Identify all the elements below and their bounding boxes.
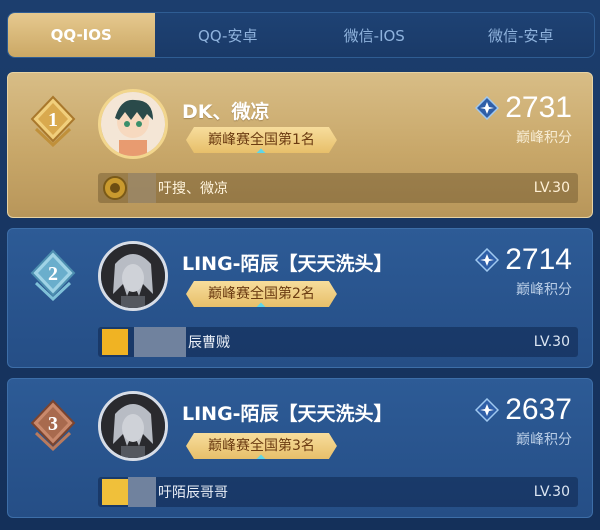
rank-number: 1 bbox=[48, 109, 58, 131]
rank-title-badge: 巅峰赛全国第2名 bbox=[186, 281, 337, 307]
avatar-image bbox=[101, 92, 165, 156]
tab-wechat-android[interactable]: 微信-安卓 bbox=[448, 13, 595, 57]
rank-badge-icon: 3 bbox=[30, 399, 76, 451]
game-name: 辰曹贼 bbox=[188, 335, 230, 351]
level-label: LV.30 bbox=[533, 484, 570, 500]
game-info-bar: 吁搜、微凉 LV.30 bbox=[98, 173, 578, 203]
avatar-image bbox=[101, 244, 165, 308]
player-name: DK、微凉 bbox=[182, 101, 270, 123]
avatar[interactable] bbox=[98, 89, 168, 159]
game-logo-icon bbox=[102, 329, 128, 355]
peak-score-icon bbox=[475, 96, 500, 120]
tab-qq-android[interactable]: QQ-安卓 bbox=[155, 13, 302, 57]
score-block: 2714 巅峰积分 bbox=[475, 243, 572, 299]
player-name: LING-陌辰【天天洗头】 bbox=[182, 253, 393, 275]
tab-wechat-ios[interactable]: 微信-IOS bbox=[301, 13, 448, 57]
blurred-region bbox=[128, 173, 156, 203]
avatar[interactable] bbox=[98, 241, 168, 311]
score-label: 巅峰积分 bbox=[516, 432, 572, 448]
tab-qq-ios[interactable]: QQ-IOS bbox=[8, 13, 155, 57]
score-block: 2637 巅峰积分 bbox=[475, 393, 572, 449]
rank-card-3[interactable]: 3 LING-陌辰【天天洗头】 巅峰赛全国第3名 2637 巅峰积分 吁陌辰哥哥… bbox=[7, 378, 593, 518]
peak-score-icon bbox=[475, 248, 500, 272]
rank-title-badge: 巅峰赛全国第1名 bbox=[186, 127, 337, 153]
rank-card-1[interactable]: 1 DK、微凉 巅峰赛全国第1名 2731 巅峰积分 吁搜、微凉 LV.30 bbox=[7, 72, 593, 218]
peak-score: 2731 bbox=[505, 91, 572, 124]
game-logo-icon bbox=[102, 479, 128, 505]
platform-tabs: QQ-IOS QQ-安卓 微信-IOS 微信-安卓 bbox=[7, 12, 595, 58]
rank-badge-icon: 2 bbox=[30, 249, 76, 301]
score-label: 巅峰积分 bbox=[516, 282, 572, 298]
rank-title-badge: 巅峰赛全国第3名 bbox=[186, 433, 337, 459]
rank-number: 2 bbox=[48, 263, 58, 285]
blurred-region bbox=[128, 477, 156, 507]
peak-score: 2637 bbox=[505, 393, 572, 426]
rank-number: 3 bbox=[48, 413, 58, 435]
game-info-bar: 吁陌辰哥哥 LV.30 bbox=[98, 477, 578, 507]
score-label: 巅峰积分 bbox=[516, 130, 572, 146]
rank-badge-icon: 1 bbox=[30, 95, 76, 147]
game-info-bar: 辰曹贼 LV.30 bbox=[98, 327, 578, 357]
avatar-image bbox=[101, 394, 165, 458]
score-block: 2731 巅峰积分 bbox=[475, 91, 572, 147]
level-label: LV.30 bbox=[533, 334, 570, 350]
peak-score: 2714 bbox=[505, 243, 572, 276]
blurred-region bbox=[134, 327, 186, 357]
avatar[interactable] bbox=[98, 391, 168, 461]
player-name: LING-陌辰【天天洗头】 bbox=[182, 403, 393, 425]
game-name: 吁搜、微凉 bbox=[158, 181, 228, 197]
peak-score-icon bbox=[475, 398, 500, 422]
game-logo-icon bbox=[103, 176, 127, 200]
rank-card-2[interactable]: 2 LING-陌辰【天天洗头】 巅峰赛全国第2名 2714 巅峰积分 辰曹贼 L… bbox=[7, 228, 593, 368]
game-name: 吁陌辰哥哥 bbox=[158, 485, 228, 501]
level-label: LV.30 bbox=[533, 180, 570, 196]
